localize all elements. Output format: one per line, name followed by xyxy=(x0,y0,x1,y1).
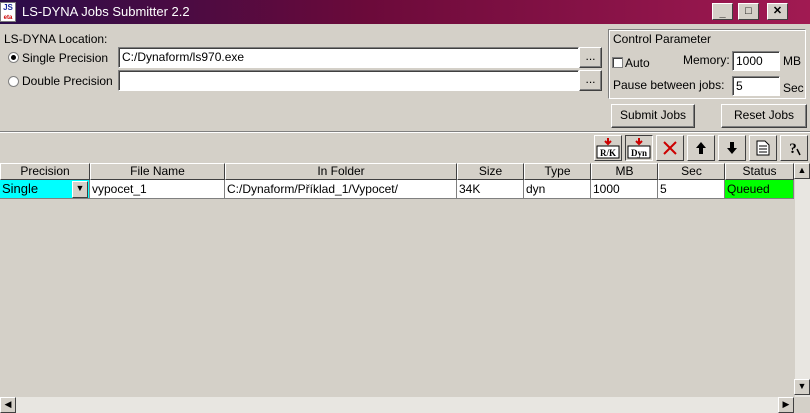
pause-input[interactable]: 5 xyxy=(732,76,780,96)
double-precision-path-field[interactable] xyxy=(118,70,579,91)
column-header-mb[interactable]: MB xyxy=(591,163,658,180)
delete-x-icon xyxy=(663,141,677,155)
dyn-icon: Dyn xyxy=(627,138,651,159)
svg-text:R/K: R/K xyxy=(600,148,616,158)
double-precision-radio[interactable] xyxy=(8,76,19,87)
rk-icon: R/K xyxy=(596,138,620,159)
maximize-button[interactable]: □ xyxy=(738,3,759,20)
dyn-job-button[interactable]: Dyn xyxy=(625,135,653,161)
column-header-folder[interactable]: In Folder xyxy=(225,163,457,180)
memory-label: Memory: xyxy=(683,53,730,67)
pause-label: Pause between jobs: xyxy=(613,78,725,92)
help-button[interactable]: ? xyxy=(780,135,808,161)
close-icon: ✕ xyxy=(772,5,783,17)
status-badge: Queued xyxy=(725,180,794,199)
cell-size[interactable]: 34K xyxy=(457,180,524,199)
restart-job-button[interactable]: R/K xyxy=(594,135,622,161)
minimize-icon: _ xyxy=(719,7,726,19)
separator xyxy=(0,131,810,133)
precision-value: Single xyxy=(2,181,39,196)
window-title: LS-DYNA Jobs Submitter 2.2 xyxy=(22,4,190,19)
column-header-sec[interactable]: Sec xyxy=(658,163,725,180)
auto-label: Auto xyxy=(625,56,650,70)
minimize-button[interactable]: _ xyxy=(712,3,733,20)
memory-input[interactable]: 1000 xyxy=(732,51,780,71)
memory-unit: MB xyxy=(783,54,801,68)
arrow-down-icon xyxy=(727,142,737,154)
submit-jobs-button[interactable]: Submit Jobs xyxy=(611,104,695,128)
move-down-button[interactable] xyxy=(718,135,746,161)
vertical-scrollbar[interactable] xyxy=(794,163,810,397)
double-browse-button[interactable]: ... xyxy=(579,70,602,91)
control-group-label: Control Parameter xyxy=(613,32,712,46)
cell-folder[interactable]: C:/Dynaform/Příklad_1/Vypocet/ xyxy=(225,180,457,199)
scroll-right-arrow-icon[interactable]: ▶ xyxy=(778,397,794,413)
arrow-up-icon xyxy=(696,142,706,154)
column-header-status[interactable]: Status xyxy=(725,163,794,180)
column-header-file-name[interactable]: File Name xyxy=(90,163,225,180)
column-header-type[interactable]: Type xyxy=(524,163,591,180)
reset-jobs-button[interactable]: Reset Jobs xyxy=(721,104,807,128)
location-group-label: LS-DYNA Location: xyxy=(4,32,108,46)
chevron-down-icon[interactable]: ▼ xyxy=(72,181,88,198)
svg-text:Dyn: Dyn xyxy=(631,148,647,158)
maximize-icon: □ xyxy=(745,5,752,17)
column-header-precision[interactable]: Precision xyxy=(0,163,90,180)
help-icon: ? xyxy=(789,141,801,157)
cell-type[interactable]: dyn xyxy=(524,180,591,199)
column-header-size[interactable]: Size xyxy=(457,163,524,180)
single-browse-button[interactable]: ... xyxy=(579,47,602,68)
close-button[interactable]: ✕ xyxy=(767,3,788,20)
view-file-button[interactable] xyxy=(749,135,777,161)
document-icon xyxy=(756,140,770,156)
scroll-down-arrow-icon[interactable]: ▼ xyxy=(794,379,810,395)
scroll-up-arrow-icon[interactable]: ▲ xyxy=(794,163,810,179)
cell-file-name[interactable]: vypocet_1 xyxy=(90,180,225,199)
single-precision-path-field[interactable]: C:/Dynaform/ls970.exe xyxy=(118,47,579,68)
cell-sec[interactable]: 5 xyxy=(658,180,725,199)
single-precision-radio[interactable] xyxy=(8,52,19,63)
horizontal-scrollbar[interactable] xyxy=(0,397,794,413)
single-precision-label: Single Precision xyxy=(22,51,109,65)
svg-text:?: ? xyxy=(789,141,797,157)
move-up-button[interactable] xyxy=(687,135,715,161)
scroll-left-arrow-icon[interactable]: ◀ xyxy=(0,397,16,413)
app-logo-icon: JS eta xyxy=(0,2,16,22)
auto-checkbox[interactable] xyxy=(612,57,623,68)
delete-job-button[interactable] xyxy=(656,135,684,161)
double-precision-label: Double Precision xyxy=(22,74,113,88)
pause-unit: Sec xyxy=(783,81,804,95)
cell-mb[interactable]: 1000 xyxy=(591,180,658,199)
